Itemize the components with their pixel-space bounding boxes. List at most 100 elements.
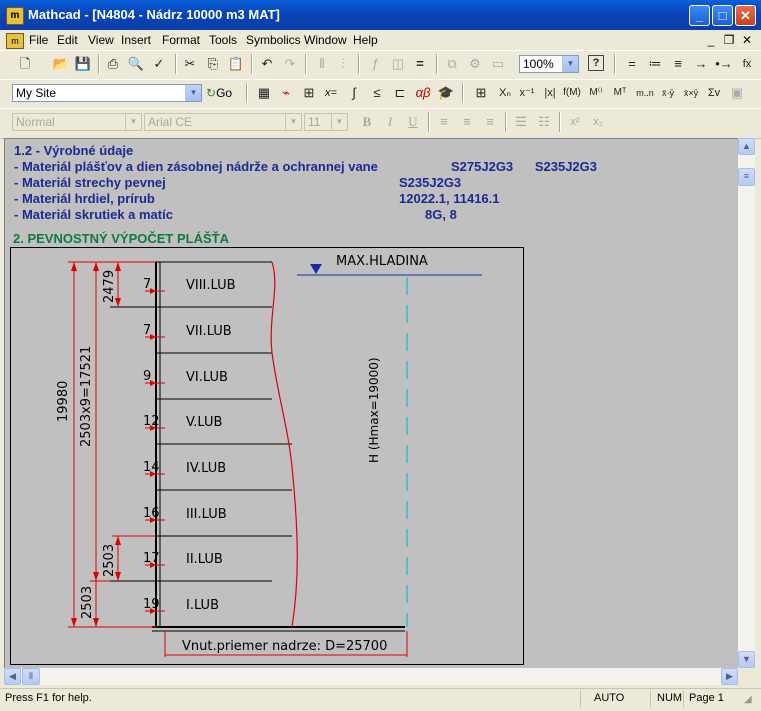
column-icon[interactable]: M⁽⁾ [587,84,605,102]
help-icon[interactable]: ? [588,55,604,71]
zoom-select[interactable]: 100% ▼ [519,55,579,73]
dot-product-icon[interactable]: x̄·ȳ [659,84,677,102]
calculator-toolbar-icon[interactable]: ▦ [255,84,273,102]
menu-insert[interactable]: Insert [121,33,151,47]
new-document-icon[interactable]: 🗋 [16,55,34,73]
menu-view[interactable]: View [88,33,114,47]
symbolic-arrow-icon[interactable]: → [692,55,710,73]
scroll-up-button[interactable]: ▲ [738,138,755,155]
transpose-icon[interactable]: Mᵀ [611,84,629,102]
numbering-icon[interactable]: ☷ [535,113,553,131]
align-down-icon[interactable]: ⫶ [334,55,352,73]
bold-button[interactable]: B [358,113,376,131]
assign-icon[interactable]: ≔ [646,55,664,73]
mdi-restore-button[interactable]: ❐ [721,32,737,48]
resize-grip-icon[interactable]: ◢ [744,694,752,705]
programming-toolbar-icon[interactable]: ⊏ [391,84,409,102]
calculus-toolbar-icon[interactable]: ∫ [345,84,363,102]
open-folder-icon[interactable]: 📂 [52,55,70,73]
cross-product-icon[interactable]: x̄×ȳ [682,84,700,102]
maximize-button[interactable]: □ [712,5,733,26]
print-preview-icon[interactable]: 🔍 [127,55,145,73]
bullets-icon[interactable]: ☰ [512,113,530,131]
insert-unit-icon[interactable]: ◫ [389,55,407,73]
scroll-left-button[interactable]: ◀ [4,668,21,685]
scroll-down-button[interactable]: ▼ [738,651,755,668]
graph-toolbar-icon[interactable]: ⌁ [277,84,295,102]
menu-window[interactable]: Window [304,33,347,47]
menu-file[interactable]: File [29,33,48,47]
boolean-toolbar-icon[interactable]: ≤ [368,84,386,102]
scroll-right-button[interactable]: ▶ [721,668,738,685]
matrix-toolbar-icon[interactable]: ⊞ [300,84,318,102]
subscript-icon[interactable]: Xₙ [496,84,514,102]
chevron-down-icon[interactable]: ▼ [185,85,201,101]
style-select[interactable]: Normal ▼ [12,113,142,131]
boolean-equal-icon[interactable]: ≡ [669,55,687,73]
chevron-down-icon[interactable]: ▼ [331,114,347,130]
chevron-down-icon[interactable]: ▼ [125,114,141,130]
underline-button[interactable]: U [404,113,422,131]
spell-check-icon[interactable]: ✓ [150,55,168,73]
max-level-label: MAX.HLADINA [336,254,428,269]
chevron-down-icon[interactable]: ▼ [562,56,578,72]
tank-shell-drawing[interactable]: MAX.HLADINA H (Hmax=19000) Vnut.priemer … [10,247,525,667]
paste-icon[interactable]: 📋 [227,55,245,73]
subscript-format-icon[interactable]: x₂ [589,113,607,131]
align-across-icon[interactable]: ⫴ [313,55,331,73]
font-size-select[interactable]: 11 ▼ [304,113,348,131]
font-size-value: 11 [308,115,321,129]
close-button[interactable]: ✕ [735,5,756,26]
go-button[interactable]: ↻Go [206,86,232,100]
document-icon[interactable]: m [6,33,24,49]
cut-icon[interactable]: ✂ [181,55,199,73]
vector-sum-icon[interactable]: Σv [705,84,723,102]
calculate-icon[interactable]: = [411,55,429,73]
site-select[interactable]: My Site ▼ [12,84,202,102]
save-icon[interactable]: 💾 [74,55,92,73]
symbolic-toolbar-icon[interactable]: 🎓 [437,84,455,102]
insert-matrix-icon[interactable]: ⊞ [472,84,490,102]
mdi-close-button[interactable]: ✕ [739,32,755,48]
vertical-scroll-thumb[interactable]: ≡ [738,168,755,186]
inverse-icon[interactable]: x⁻¹ [518,84,536,102]
align-left-icon[interactable]: ≡ [435,113,453,131]
picture-icon[interactable]: ▣ [728,84,746,102]
menu-format[interactable]: Format [162,33,200,47]
insert-region-icon[interactable]: ▭ [489,55,507,73]
horizontal-scrollbar[interactable] [4,668,738,685]
determinant-icon[interactable]: |x| [541,84,559,102]
chevron-down-icon[interactable]: ▼ [285,114,301,130]
mathcad-app-icon[interactable]: m [6,7,24,25]
align-right-icon[interactable]: ≡ [481,113,499,131]
menu-symbolics[interactable]: Symbolics [246,33,301,47]
range-variable-icon[interactable]: m..n [634,84,656,102]
vertical-scrollbar[interactable] [738,138,755,668]
vectorize-icon[interactable]: f(M) [563,84,581,102]
mdi-minimize-button[interactable]: _ [703,32,719,48]
horizontal-scroll-thumb[interactable]: ⦀ [22,668,40,685]
worksheet[interactable]: 1.2 - Výrobné údaje - Materiál plášťov a… [4,138,739,669]
menu-edit[interactable]: Edit [57,33,78,47]
menu-tools[interactable]: Tools [209,33,237,47]
redo-icon[interactable]: ↷ [281,55,299,73]
superscript-icon[interactable]: x² [566,113,584,131]
insert-function-icon[interactable]: ƒ [366,55,384,73]
material-bolts-value: 8G, 8 [425,207,457,222]
definition-equal-icon[interactable]: = [623,55,641,73]
italic-button[interactable]: I [381,113,399,131]
evaluation-toolbar-icon[interactable]: x= [322,84,340,102]
font-select[interactable]: Arial CE ▼ [144,113,302,131]
keyword-arrow-icon[interactable]: •→ [715,55,733,73]
minimize-button[interactable]: _ [689,5,710,26]
greek-toolbar-icon[interactable]: αβ [414,84,432,102]
insert-component-icon[interactable]: ⧉ [443,55,461,73]
print-icon[interactable]: ⎙ [104,55,122,73]
go-label: Go [216,86,233,100]
menu-help[interactable]: Help [353,33,378,47]
undo-icon[interactable]: ↶ [258,55,276,73]
copy-icon[interactable]: ⎘ [204,55,222,73]
function-fx-icon[interactable]: fx [738,55,756,73]
align-center-icon[interactable]: ≡ [458,113,476,131]
resource-center-icon[interactable]: ⚙ [466,55,484,73]
